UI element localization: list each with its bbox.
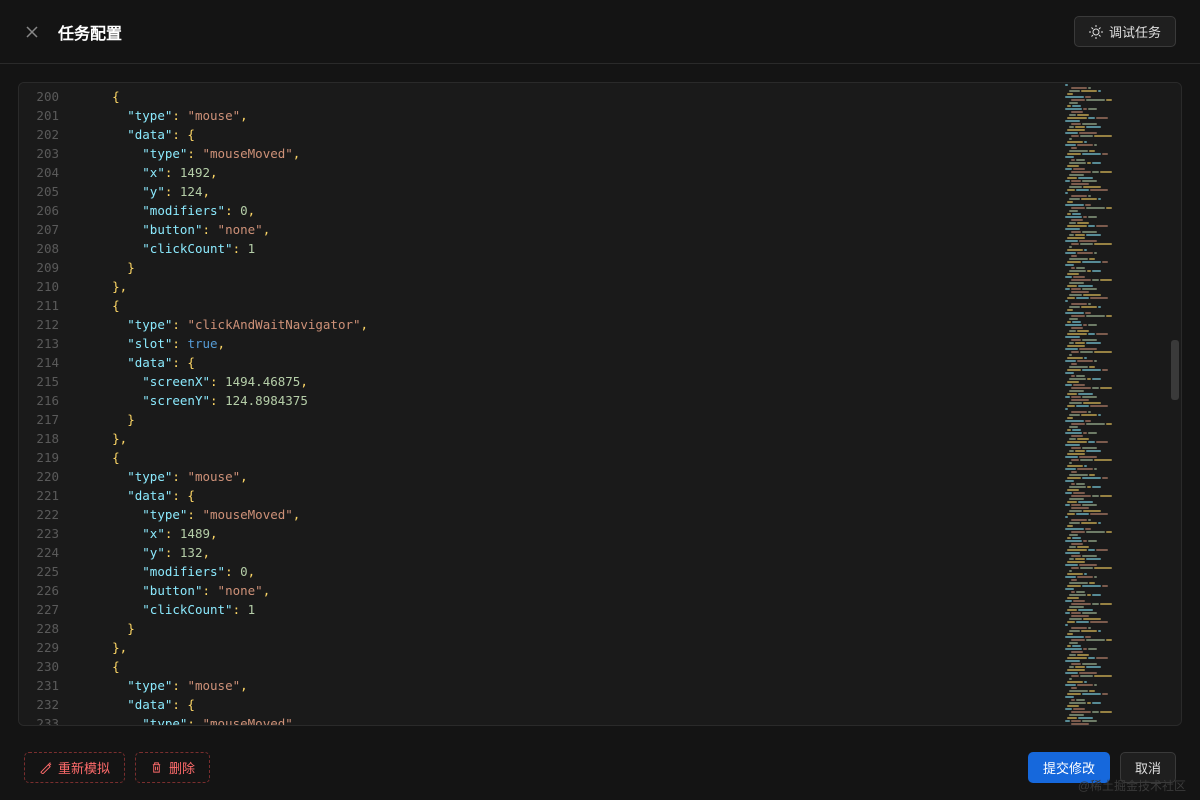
code-editor[interactable]: 2002012022032042052062072082092102112122…	[18, 82, 1182, 726]
magic-wand-icon	[39, 761, 52, 774]
scroll-thumb[interactable]	[1171, 340, 1179, 400]
scrollbar[interactable]	[1169, 83, 1181, 725]
cancel-button[interactable]: 取消	[1120, 752, 1176, 783]
delete-label: 删除	[169, 758, 195, 777]
trash-icon	[150, 761, 163, 774]
resimulate-button[interactable]: 重新模拟	[24, 752, 125, 783]
code-content[interactable]: { "type": "mouse", "data": { "type": "mo…	[67, 83, 1059, 725]
submit-label: 提交修改	[1043, 758, 1095, 777]
delete-button[interactable]: 删除	[135, 752, 210, 783]
cancel-label: 取消	[1135, 758, 1161, 777]
resimulate-label: 重新模拟	[58, 758, 110, 777]
debug-task-button[interactable]: 调试任务	[1074, 16, 1176, 47]
submit-button[interactable]: 提交修改	[1028, 752, 1110, 783]
close-icon[interactable]	[24, 24, 40, 40]
header: 任务配置 调试任务	[0, 0, 1200, 64]
debug-task-label: 调试任务	[1109, 22, 1161, 41]
page-title: 任务配置	[58, 20, 1074, 44]
line-gutter: 2002012022032042052062072082092102112122…	[19, 83, 67, 725]
debug-icon	[1089, 25, 1103, 39]
minimap[interactable]	[1059, 83, 1169, 725]
footer: 重新模拟 删除 提交修改 取消	[0, 744, 1200, 800]
